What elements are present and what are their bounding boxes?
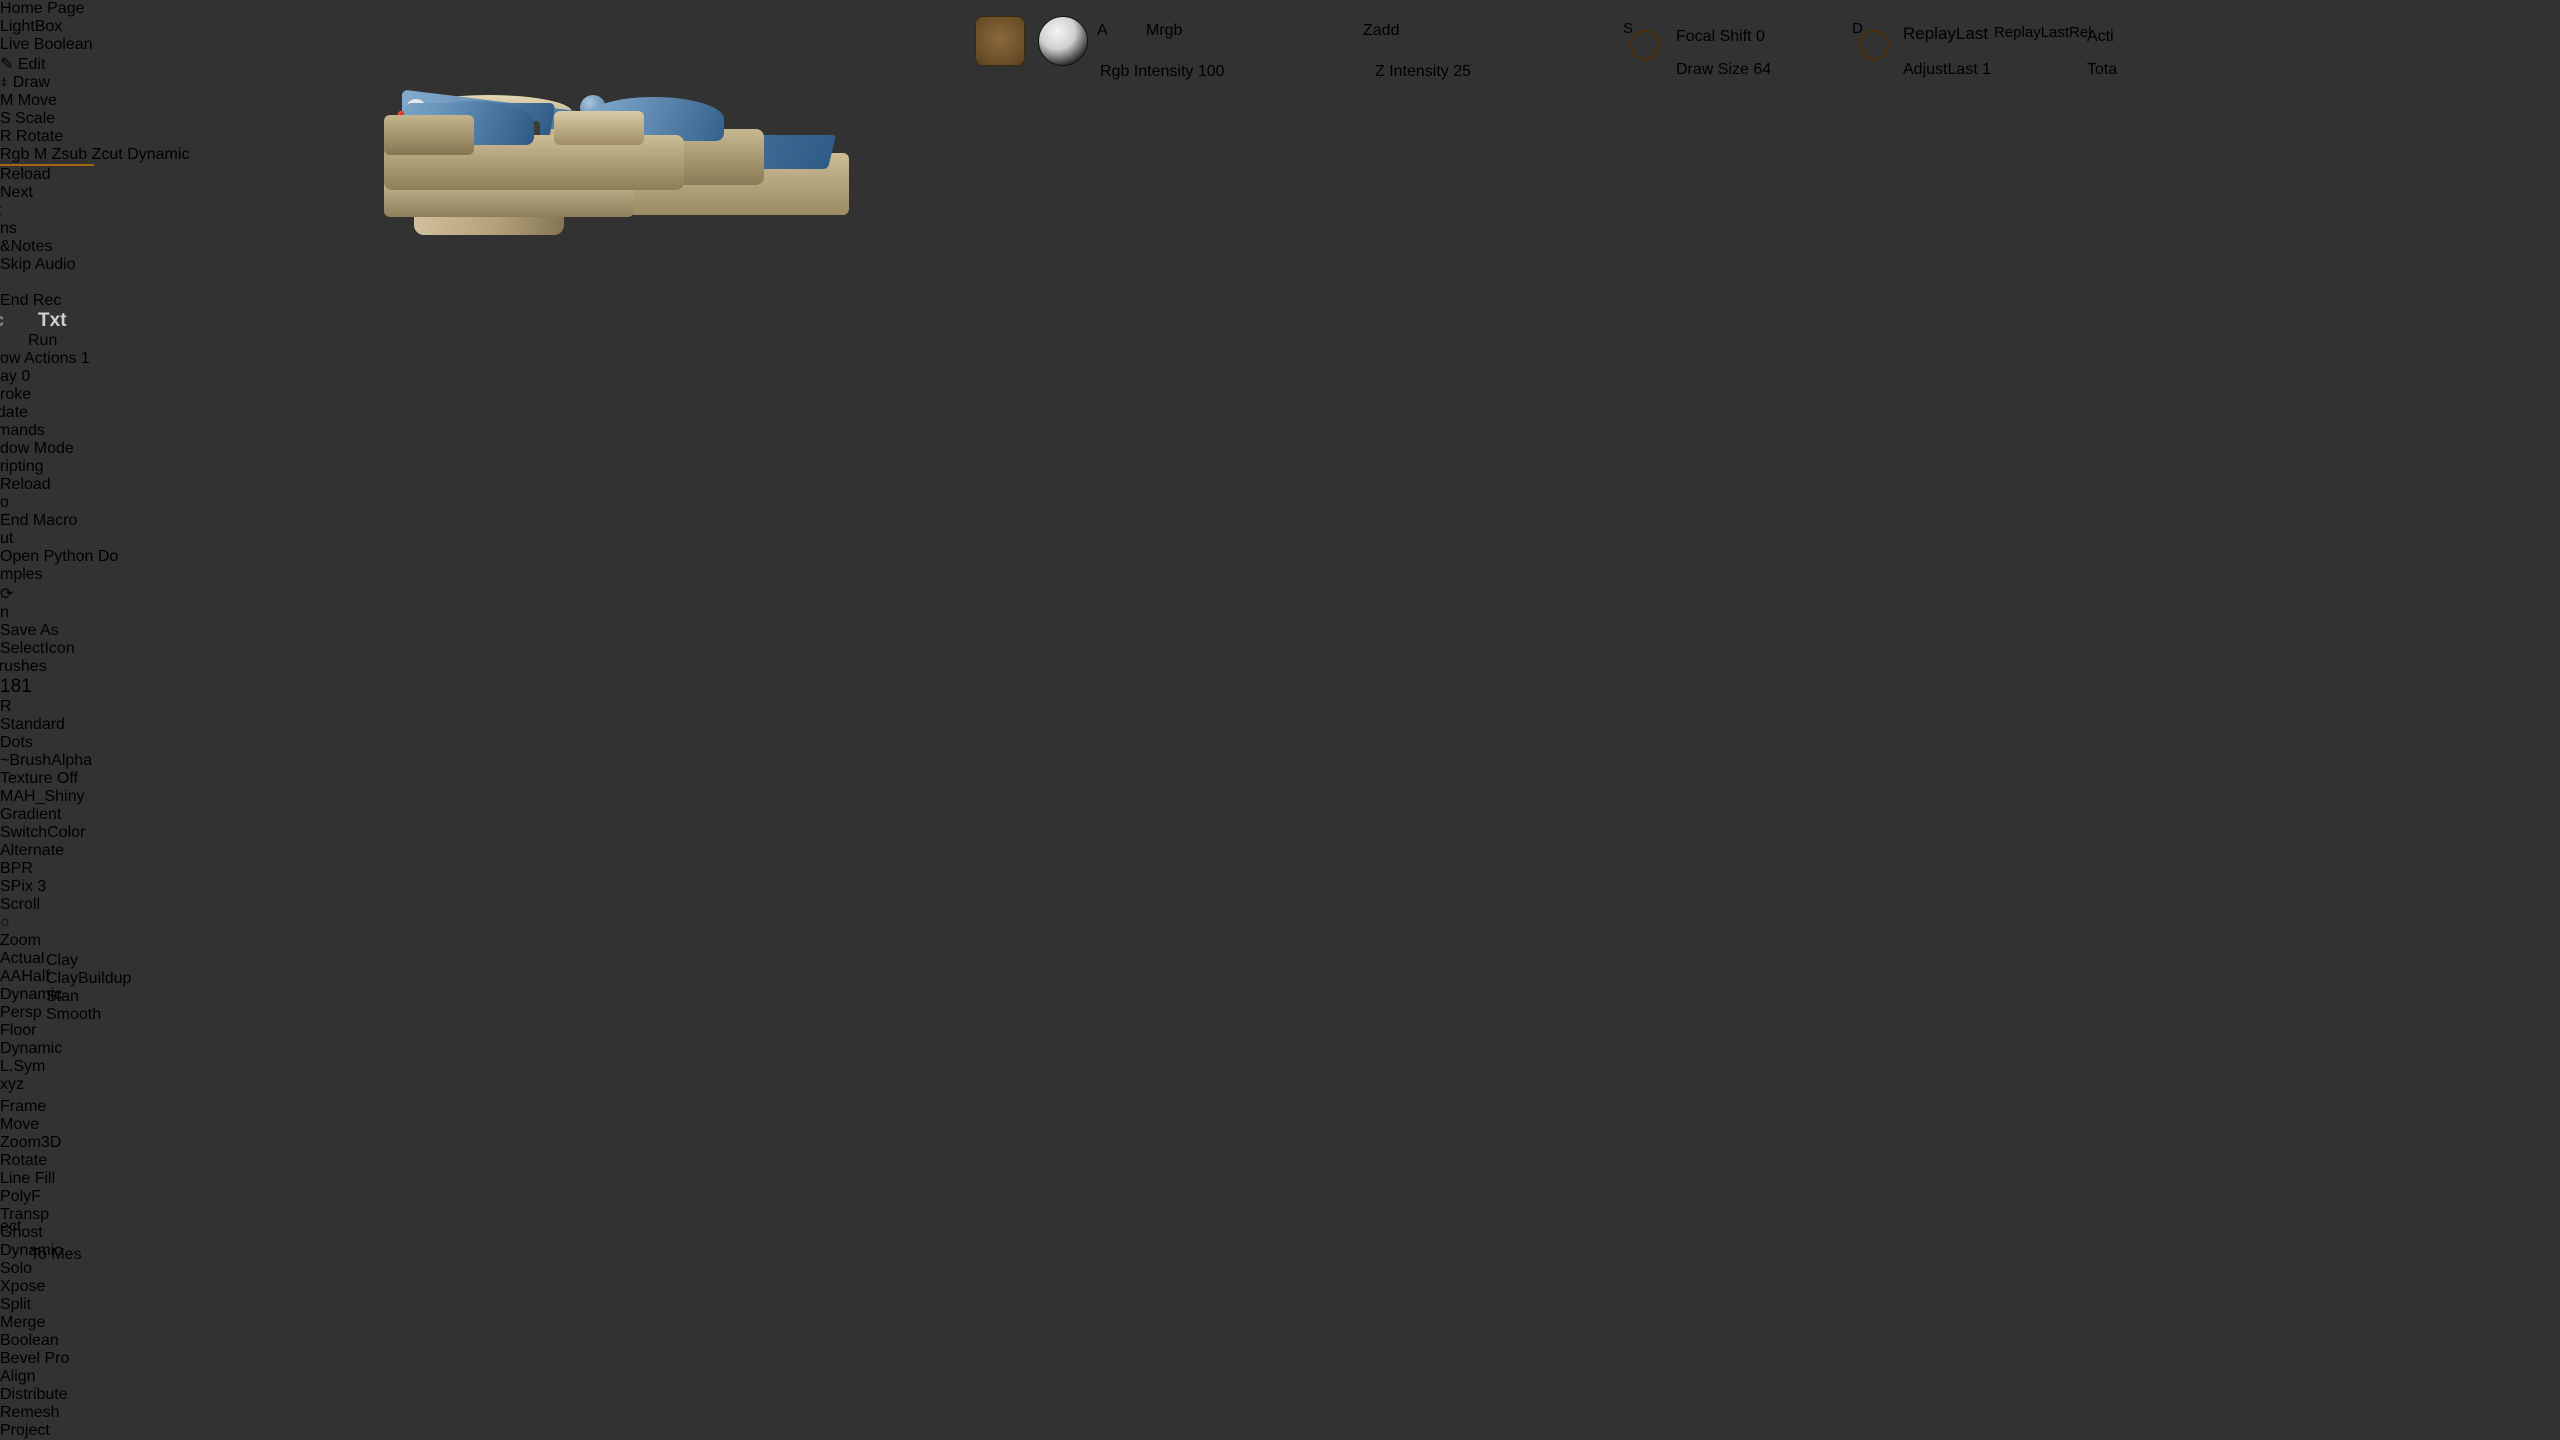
draw-icon: ⧧ — [0, 74, 8, 91]
brush-circle-icon — [1630, 30, 1660, 60]
tray-brush-claybuildup[interactable]: ClayBuildup — [46, 970, 131, 988]
rgb-button[interactable]: Rgb — [0, 146, 29, 163]
tray-brush-list: ClayClayBuildupStanSmooth — [46, 952, 131, 1024]
rgb-intensity-slider[interactable]: Rgb Intensity 100 — [1100, 63, 1225, 81]
rotate-icon: R — [0, 128, 12, 145]
tray-brush-smooth[interactable]: Smooth — [46, 1006, 131, 1024]
topbar-button-live-boolean[interactable]: Live Boolean — [0, 36, 2560, 54]
m-button[interactable]: M — [34, 146, 47, 163]
zadd-button[interactable]: Zadd — [1363, 22, 1447, 56]
model-bottom-left[interactable] — [384, 590, 764, 680]
tray-stub-ns[interactable]: ns — [0, 220, 38, 238]
activ-label-cut: Acti — [2087, 28, 2114, 46]
edit-button[interactable]: ✎ Edit — [0, 54, 2560, 74]
topbar-buttons: Home PageLightBoxLive Boolean — [0, 0, 2560, 54]
tray-r-button[interactable]: R — [0, 698, 34, 716]
edit-icon: ✎ — [0, 56, 13, 73]
zsub-button[interactable]: Zsub — [52, 146, 88, 163]
tray-run-button[interactable]: Run — [28, 332, 90, 350]
tray-stub-ut[interactable]: ut — [0, 530, 38, 548]
move-icon: M — [0, 92, 13, 109]
tray-to-mesh-button[interactable]: To Mes — [30, 1246, 140, 1264]
z-intensity-slider[interactable]: Z Intensity 25 — [1375, 63, 1471, 81]
replay-settings-button[interactable]: D — [1852, 20, 1903, 95]
tray-brush-clay[interactable]: Clay — [46, 952, 131, 970]
current-material-sphere[interactable] — [1038, 16, 1088, 66]
material-swatch[interactable] — [975, 16, 1025, 66]
tray-stub-o[interactable]: o — [0, 494, 38, 512]
refresh-icon[interactable]: ⟳ — [0, 586, 13, 603]
viewport-canvas[interactable] — [384, 95, 2262, 1440]
replay-last-button[interactable]: ReplayLast — [1903, 24, 1989, 56]
tray-stub-ect[interactable]: ect — [0, 1218, 34, 1236]
model-machine-right[interactable] — [384, 245, 644, 375]
stroke-settings-button[interactable]: S — [1623, 20, 1674, 95]
focal-shift-slider[interactable]: Focal Shift 0 — [1676, 28, 1765, 46]
axis-gizmo[interactable] — [384, 470, 494, 590]
model-bottom-small[interactable] — [384, 775, 474, 835]
scale-icon: S — [0, 110, 11, 127]
adjust-last-slider[interactable]: AdjustLast 1 — [1903, 61, 1991, 79]
dynamic-label[interactable]: Dynamic — [127, 146, 189, 163]
tray-brush-stan[interactable]: Stan — [46, 988, 131, 1006]
topbar-button-home-page[interactable]: Home Page — [0, 0, 2560, 18]
draw-size-slider[interactable]: Draw Size 64 — [1676, 61, 1771, 79]
replay-last-rel-button[interactable]: ReplayLastRel — [1994, 24, 2080, 56]
model-bottom-right[interactable] — [384, 680, 684, 775]
topbar-button-lightbox[interactable]: LightBox — [0, 18, 2560, 36]
brush-circle-icon — [1859, 30, 1889, 60]
a-button[interactable]: A — [1097, 22, 1141, 56]
tray-stub-n[interactable]: n — [0, 604, 38, 622]
mrgb-button[interactable]: Mrgb — [1146, 22, 1230, 56]
total-label-cut: Tota — [2087, 61, 2117, 79]
zcut-button: Zcut — [92, 146, 123, 163]
model-white-jug[interactable] — [384, 375, 448, 470]
zbrush-application: Home PageLightBoxLive Boolean ✎ Edit ⧧ D… — [0, 0, 2560, 1440]
draw-button[interactable]: ⧧ Draw — [0, 74, 2560, 92]
